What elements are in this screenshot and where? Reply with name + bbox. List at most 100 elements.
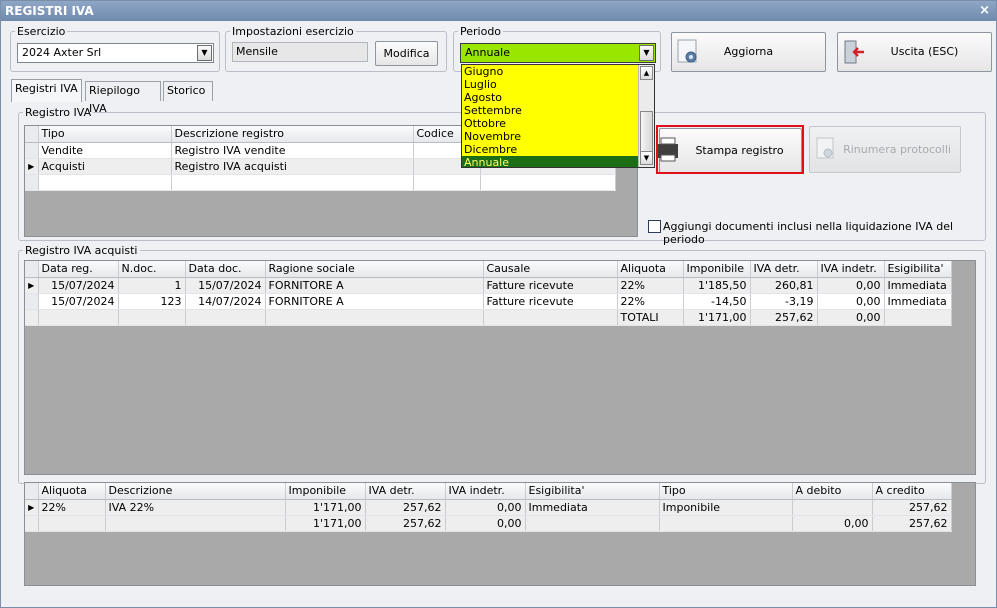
cell-descrizione: IVA 22% [105,499,286,516]
total-iva-detr: 257,62 [365,515,446,532]
cell-aliquota: 22% [617,293,684,310]
cell-tipo: Acquisti [38,158,172,175]
col-causale[interactable]: Causale [483,261,618,278]
table-row[interactable]: ▶ 22% IVA 22% 1'171,00 257,62 0,00 Immed… [25,499,952,516]
uscita-label: Uscita (ESC) [890,45,959,58]
cell-empty [38,174,172,191]
col-descrizione[interactable]: Descrizione registro [171,126,414,143]
periodo-option-annuale[interactable]: Annuale [462,156,639,167]
total-a-debito: 0,00 [792,515,873,532]
tab-storico[interactable]: Storico [163,81,213,101]
impostazioni-value-field: Mensile [232,42,368,62]
col-iva-indetr[interactable]: IVA indetr. [445,483,526,500]
col-data-reg[interactable]: Data reg. [38,261,119,278]
col-imponibile[interactable]: Imponibile [683,261,751,278]
periodo-value: Annuale [465,46,511,59]
periodo-option-luglio[interactable]: Luglio [462,78,639,91]
col-aliquota[interactable]: Aliquota [38,483,106,500]
gear-icon [677,39,697,63]
row-indicator [25,293,39,310]
periodo-option-agosto[interactable]: Agosto [462,91,639,104]
header-indicator [25,261,39,278]
col-descrizione[interactable]: Descrizione [105,483,286,500]
close-icon[interactable]: × [979,1,990,21]
cell-iva-indetr: 0,00 [817,277,885,294]
col-a-credito[interactable]: A credito [872,483,952,500]
registri-iva-window: REGISTRI IVA × Esercizio 2024 Axter Srl … [0,0,997,608]
col-ragione-sociale[interactable]: Ragione sociale [265,261,484,278]
chevron-down-icon[interactable]: ▼ [640,151,653,165]
periodo-option-dicembre[interactable]: Dicembre [462,143,639,156]
uscita-button[interactable]: Uscita (ESC) [837,32,992,72]
riepilogo-header-row: Aliquota Descrizione Imponibile IVA detr… [25,483,952,500]
acquisti-grid[interactable]: Data reg. N.doc. Data doc. Ragione socia… [24,260,976,475]
periodo-option-novembre[interactable]: Novembre [462,130,639,143]
tab-riepilogo-iva[interactable]: Riepilogo IVA [85,81,161,115]
highlight-frame [656,125,804,174]
esercizio-label: Esercizio [17,25,66,38]
periodo-option-ottobre[interactable]: Ottobre [462,117,639,130]
scrollbar-thumb[interactable] [640,111,653,153]
tab-label: Registri IVA [15,82,78,95]
row-indicator-icon: ▶ [25,277,39,294]
chevron-down-icon[interactable]: ▼ [197,45,212,61]
aggiorna-button[interactable]: Aggiorna [671,32,826,72]
col-aliquota[interactable]: Aliquota [617,261,684,278]
col-data-doc[interactable]: Data doc. [185,261,266,278]
cell-descrizione: Registro IVA vendite [171,142,414,159]
table-row[interactable]: 15/07/2024 123 14/07/2024 FORNITORE A Fa… [25,293,952,310]
table-row[interactable]: ▶ 15/07/2024 1 15/07/2024 FORNITORE A Fa… [25,277,952,294]
riepilogo-grid[interactable]: Aliquota Descrizione Imponibile IVA detr… [24,482,976,586]
cell-empty [413,174,481,191]
periodo-option-giugno[interactable]: Giugno [462,65,639,78]
periodo-dropdown-list[interactable]: Giugno Luglio Agosto Settembre Ottobre N… [461,64,655,168]
periodo-select[interactable]: Annuale ▼ [460,43,656,63]
chevron-up-icon[interactable]: ▲ [640,66,653,80]
cell-ragione-sociale: FORNITORE A [265,293,484,310]
cell-data-doc: 15/07/2024 [185,277,266,294]
col-esigibilita[interactable]: Esigibilita' [884,261,952,278]
cell-n-doc: 123 [118,293,186,310]
total-iva-indetr: 0,00 [445,515,526,532]
modifica-button[interactable]: Modifica [375,41,438,66]
totals-row: 1'171,00 257,62 0,00 0,00 257,62 [25,515,952,532]
col-iva-indetr[interactable]: IVA indetr. [817,261,885,278]
total-a-credito: 257,62 [872,515,952,532]
total-iva-detr: 257,62 [750,309,818,326]
cell-empty [480,174,616,191]
aggiungi-documenti-checkbox[interactable] [648,220,661,233]
col-imponibile[interactable]: Imponibile [285,483,366,500]
col-tipo[interactable]: Tipo [38,126,172,143]
periodo-option-settembre[interactable]: Settembre [462,104,639,117]
cell-esigibilita: Immediata [884,293,952,310]
cell-causale: Fatture ricevute [483,277,618,294]
chevron-down-icon[interactable]: ▼ [639,45,654,61]
col-esigibilita[interactable]: Esigibilita' [525,483,660,500]
cell-empty [265,309,484,326]
impostazioni-label: Impostazioni esercizio [232,25,354,38]
cell-aliquota [38,515,106,532]
title-bar: REGISTRI IVA × [1,1,996,21]
dropdown-scrollbar[interactable]: ▲ ▼ [638,65,654,167]
cell-empty [884,309,952,326]
col-tipo[interactable]: Tipo [659,483,793,500]
col-iva-detr[interactable]: IVA detr. [365,483,446,500]
col-n-doc[interactable]: N.doc. [118,261,186,278]
cell-aliquota: 22% [617,277,684,294]
table-row[interactable] [25,174,616,191]
row-indicator-icon: ▶ [25,158,39,175]
tab-registri-iva[interactable]: Registri IVA [11,79,82,102]
tab-label: Storico [167,84,206,97]
total-iva-indetr: 0,00 [817,309,885,326]
row-indicator [25,515,39,532]
rinumera-protocolli-button[interactable]: Rinumera protocolli [809,126,961,173]
cell-tipo: Vendite [38,142,172,159]
aggiungi-documenti-label: Aggiungi documenti inclusi nella liquida… [663,220,954,246]
col-a-debito[interactable]: A debito [792,483,873,500]
col-iva-detr[interactable]: IVA detr. [750,261,818,278]
acquisti-table: Data reg. N.doc. Data doc. Ragione socia… [25,261,952,326]
row-indicator [25,309,39,326]
cell-esigibilita [525,515,660,532]
cell-a-debito [792,499,873,516]
esercizio-select[interactable]: 2024 Axter Srl ▼ [17,43,214,63]
